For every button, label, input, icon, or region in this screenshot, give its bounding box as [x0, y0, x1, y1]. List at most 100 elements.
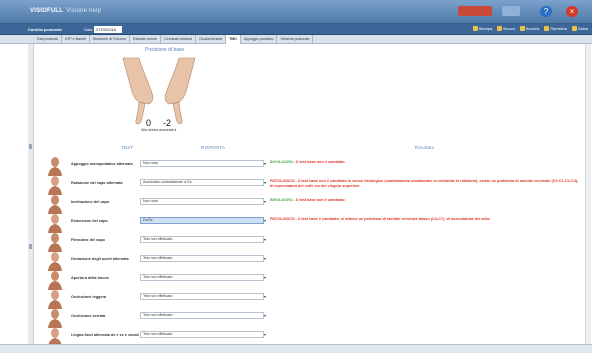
ripristina-button[interactable]: Ripristina — [544, 26, 567, 31]
test-name: Inclinazione del capo — [71, 200, 110, 204]
response-select[interactable]: Test non effettuato — [140, 312, 264, 319]
result-tag: INVOLUCRO — [270, 160, 293, 164]
chevron-down-icon[interactable]: ▾ — [264, 275, 266, 280]
tab-2[interactable]: Sindrome di Fulcrum — [90, 35, 130, 44]
tab-3[interactable]: Rachide dolore — [130, 35, 162, 44]
tmd-panel: Posizione di base 0 -2 Alla destra avanz… — [35, 44, 585, 347]
nuovo-button[interactable]: Nuovo — [497, 26, 515, 31]
result-text: - Il test base è cambiato, si ottiene un… — [294, 217, 490, 221]
section-label: Cartella posturale — [28, 27, 62, 32]
test-name: Rotazione del capo alternata — [71, 181, 123, 185]
result-tag: PATOLOGICO — [270, 179, 295, 183]
result-tag: PATOLOGICO — [270, 217, 295, 221]
chevron-down-icon[interactable]: ▾ — [264, 332, 266, 337]
salva-button[interactable]: Salva — [571, 26, 588, 31]
main-toolbar: Cartella posturale Data 27/03/2016 Stamp… — [0, 24, 592, 35]
app-title: VISIOFULL Visione help — [30, 8, 101, 14]
test-result: PATOLOGICO - Il test base non è cambiato… — [270, 179, 582, 189]
left-finger — [135, 101, 146, 125]
figure-head — [51, 233, 59, 243]
toolbar-action-label: Salva — [577, 26, 588, 31]
result-tag: INVOLUCRO — [270, 198, 293, 202]
tab-strip: Dati posturali ATP e Bambi Sindrome di Ful… — [0, 35, 592, 44]
stampa-button[interactable]: Stampa — [472, 26, 493, 31]
result-text: - Il test base non è cambiato in senso f… — [270, 179, 579, 188]
app-menu[interactable]: Visione help — [66, 8, 101, 14]
help-icon[interactable]: ? — [540, 6, 552, 17]
chevron-down-icon[interactable]: ▾ — [264, 199, 266, 204]
test-result: INVOLUCRO - Il test base non è cambiato — [270, 160, 582, 165]
col-test: TEST — [121, 145, 134, 150]
response-select[interactable]: Test non effettuato — [140, 331, 264, 338]
tab-1[interactable]: ATP e Bambi — [62, 35, 90, 44]
toolbar-action-label: Nuovo — [503, 26, 515, 31]
test-name: Occlusione leggera — [71, 295, 107, 299]
close-icon[interactable]: × — [566, 6, 578, 17]
save-icon — [571, 26, 577, 31]
chevron-down-icon[interactable]: ▾ — [264, 294, 266, 299]
figure-head — [51, 157, 59, 167]
right-finger — [172, 101, 183, 125]
tab-7[interactable]: Appoggio podalico — [241, 35, 278, 44]
response-select[interactable]: Aumentato contralaterale a Dx — [140, 179, 264, 186]
figure-head — [51, 328, 59, 338]
response-select[interactable]: Test non effettuato — [140, 255, 264, 262]
test-name: Deviazione degli occhi alternata — [71, 257, 129, 261]
test-name: Occlusione serrata — [71, 314, 106, 318]
toolbar-action-label: Stampa — [478, 26, 493, 31]
toolbar-actions: Stampa Nuovo Annulla Ripristina Salva — [472, 26, 588, 31]
response-select[interactable]: Test non effettuato — [140, 236, 264, 243]
neck-position-select[interactable]: Alla destra avanzata ▾ — [141, 128, 177, 133]
right-finger-value: -2 — [163, 118, 172, 128]
user-indicator — [502, 6, 520, 16]
status-bar — [0, 344, 592, 353]
annulla-button[interactable]: Annulla — [519, 26, 540, 31]
result-text: - Il test base non è cambiato — [292, 198, 345, 202]
response-select[interactable]: Non nota — [140, 198, 264, 205]
response-select[interactable]: Test non effettuato — [140, 274, 264, 281]
printer-icon — [472, 26, 478, 31]
test-name: Apertura della bocca — [71, 276, 109, 280]
figure-head — [51, 290, 59, 300]
date-label: Data — [84, 27, 93, 32]
chevron-down-icon[interactable]: ▾ — [264, 256, 266, 261]
test-name: Estensione del capo — [71, 219, 108, 223]
response-select[interactable]: Non nota — [140, 160, 264, 167]
figure-head — [51, 214, 59, 224]
tab-0[interactable]: Dati posturali — [34, 35, 62, 44]
test-name: Appoggio monopodalico alternato — [71, 162, 133, 166]
figure-head — [51, 176, 59, 186]
vertical-scrollbar[interactable] — [585, 44, 591, 344]
restore-icon — [544, 26, 550, 31]
left-finger-value: 0 — [146, 118, 152, 128]
left-arm — [122, 57, 154, 105]
gutter-marker — [29, 244, 32, 249]
toolbar-action-label: Ripristina — [550, 26, 567, 31]
chevron-down-icon[interactable]: ▾ — [264, 218, 266, 223]
tab-4[interactable]: Cervicale testicoli — [161, 35, 197, 44]
chevron-down-icon[interactable]: ▾ — [264, 313, 266, 318]
tab-5[interactable]: Oculomotricità — [196, 35, 227, 44]
window-titlebar: VISIOFULL Visione help ? × — [0, 0, 592, 24]
tab-8[interactable]: Schema posturale — [277, 35, 314, 44]
chevron-down-icon[interactable]: ▾ — [264, 237, 266, 242]
figure-head — [51, 195, 59, 205]
col-result: Risultato — [415, 145, 435, 150]
toolbar-action-label: Annulla — [525, 26, 540, 31]
response-select[interactable]: Dx/Sx — [140, 217, 264, 224]
test-name: Lingua fuori alternata dx e sx e vocali — [71, 333, 139, 337]
figure-head — [51, 252, 59, 262]
response-select[interactable]: Test non effettuato — [140, 293, 264, 300]
left-gutter — [28, 44, 34, 344]
figure-head — [51, 309, 59, 319]
tab-6[interactable]: TMD — [226, 35, 241, 44]
right-arm — [164, 57, 196, 105]
status-indicator — [458, 6, 492, 16]
gutter-marker — [29, 144, 32, 149]
chevron-down-icon[interactable]: ▾ — [264, 180, 266, 185]
neck-position-value: Alla destra avanzata — [141, 128, 174, 132]
result-text: - Il test base non è cambiato — [292, 160, 345, 164]
app-name: VISIOFULL — [30, 8, 64, 14]
chevron-down-icon[interactable]: ▾ — [264, 161, 266, 166]
date-field[interactable]: 27/03/2016 — [94, 26, 122, 33]
